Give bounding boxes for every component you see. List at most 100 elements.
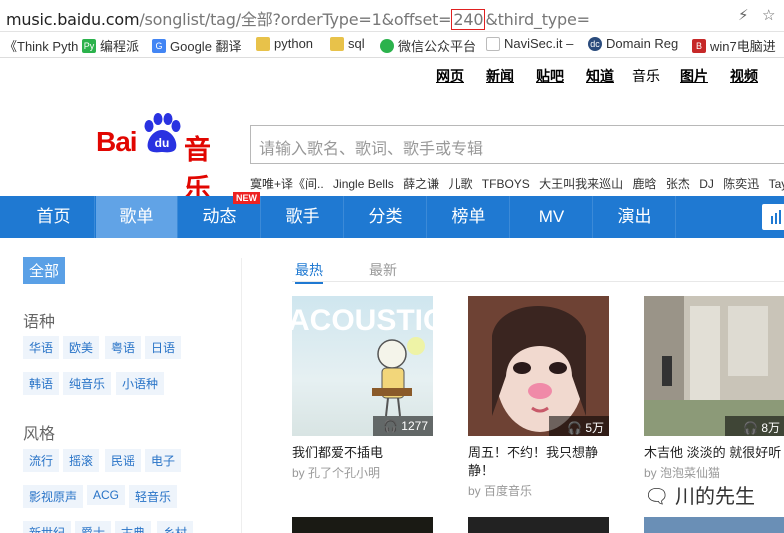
card-author[interactable]: by 百度音乐 <box>468 482 609 499</box>
link-music[interactable]: 音乐 <box>632 66 660 86</box>
url-offset-highlight: 240 <box>451 9 486 30</box>
link-news[interactable]: 新闻 <box>486 66 514 86</box>
wechat-icon <box>380 38 394 53</box>
nav-categories[interactable]: 分类 <box>345 196 427 238</box>
url-text[interactable]: music.baidu.com/songlist/tag/全部?orderTyp… <box>6 6 590 30</box>
hot-keyword[interactable]: 陈奕迅 <box>723 177 759 191</box>
hot-keyword[interactable]: 张杰 <box>666 177 690 191</box>
group-title-language: 语种 <box>23 314 56 331</box>
tag-item[interactable]: 乡村 <box>157 521 194 533</box>
bookmarks-bar: 《Think Pyth Py 编程派 G Google 翻译 python sql … <box>0 32 784 58</box>
cover-image[interactable]: 🎧 8万 <box>644 296 784 436</box>
tag-item[interactable]: 华语 <box>23 336 60 359</box>
tag-item[interactable]: 民谣 <box>105 449 142 472</box>
card-author[interactable]: by 孔了个孔小明 <box>292 464 433 481</box>
tag-item[interactable]: 新世纪 <box>23 521 72 533</box>
nav-charts[interactable]: 榜单 <box>428 196 510 238</box>
tag-item[interactable]: 流行 <box>23 449 60 472</box>
tag-item[interactable]: 粤语 <box>105 336 142 359</box>
nav-home[interactable]: 首页 <box>13 196 95 238</box>
new-badge: NEW <box>233 192 260 204</box>
url-host: music.baidu.com <box>6 10 140 29</box>
bookmark-item[interactable]: Py 编程派 <box>82 36 139 55</box>
headphones-icon: 🎧 <box>383 419 402 433</box>
bookmark-item[interactable]: Bwin7电脑进 <box>692 36 776 55</box>
card-title[interactable]: 我们都爱不插电 <box>292 444 433 462</box>
bookmark-item[interactable]: NaviSec.it – <box>486 36 573 51</box>
hot-keyword[interactable]: 薛之谦 <box>403 177 439 191</box>
url-path: /songlist/tag/全部?orderType=1&offset= <box>139 10 452 29</box>
headphones-icon: 🎧 <box>743 421 762 435</box>
tag-item[interactable]: 爵士 <box>75 521 112 533</box>
card-title[interactable]: 周五！不约！我只想静静！ <box>468 444 609 480</box>
tag-item[interactable]: 影视原声 <box>23 485 84 508</box>
chart-icon[interactable] <box>762 204 784 230</box>
link-zhidao[interactable]: 知道 <box>586 66 614 86</box>
link-video[interactable]: 视频 <box>730 66 758 86</box>
divider <box>241 258 242 533</box>
play-count: 🎧 5万 <box>549 416 609 436</box>
bookmark-item[interactable]: python <box>256 36 313 51</box>
link-images[interactable]: 图片 <box>680 66 708 86</box>
address-bar[interactable]: music.baidu.com/songlist/tag/全部?orderTyp… <box>0 0 784 32</box>
svg-text:du: du <box>155 136 170 150</box>
tag-item[interactable]: 韩语 <box>23 372 60 395</box>
tag-all[interactable]: 全部 <box>23 257 66 284</box>
hot-keyword[interactable]: 大王叫我来巡山 <box>539 177 623 191</box>
group-title-style: 风格 <box>23 426 56 443</box>
tag-item[interactable]: 纯音乐 <box>63 372 112 395</box>
play-count: 🎧 8万 <box>725 416 784 436</box>
nav-shows[interactable]: 演出 <box>594 196 676 238</box>
paw-icon: du <box>144 113 181 153</box>
tag-item[interactable]: 摇滚 <box>63 449 100 472</box>
cover-image[interactable] <box>292 517 433 533</box>
folder-icon <box>330 36 344 51</box>
cover-image[interactable] <box>644 517 784 533</box>
baidu-music-logo[interactable]: Bai du 音乐 <box>96 110 236 204</box>
page-icon <box>486 36 500 51</box>
tag-item[interactable]: ACG <box>87 485 126 505</box>
hot-keyword[interactable]: 儿歌 <box>448 177 472 191</box>
hot-keyword[interactable]: DJ <box>699 177 714 191</box>
star-icon[interactable]: ☆ <box>762 6 775 24</box>
bookmark-item[interactable]: 微信公众平台 <box>380 36 476 55</box>
songlist-card[interactable]: ACOUSTIC UNPLUGGED LIVE 🎧 1277 我们都爱不插电 b… <box>292 296 433 481</box>
nav-mv[interactable]: MV <box>511 196 593 238</box>
cover-image[interactable]: ACOUSTIC UNPLUGGED LIVE 🎧 1277 <box>292 296 433 436</box>
google-translate-icon: G <box>152 38 166 53</box>
bookmark-item[interactable]: G Google 翻译 <box>152 36 242 55</box>
hot-keyword[interactable]: TFBOYS <box>482 177 530 191</box>
b-icon: B <box>692 38 706 53</box>
card-author[interactable]: by 泡泡菜仙猫 <box>644 464 784 481</box>
bookmark-item[interactable]: dc Domain Reg <box>588 36 678 51</box>
tag-item[interactable]: 小语种 <box>116 372 165 395</box>
songlist-card[interactable]: 🎧 8万 木吉他 淡淡的 就很好听 by 泡泡菜仙猫 <box>644 296 784 481</box>
bookmark-item[interactable]: 《Think Pyth <box>4 36 78 55</box>
hot-keyword[interactable]: 寞唯+译《间.. <box>250 177 324 191</box>
tag-item[interactable]: 欧美 <box>63 336 100 359</box>
nav-songlist[interactable]: 歌单 <box>96 196 178 238</box>
lightning-icon[interactable]: ⚡ <box>738 6 749 24</box>
tag-item[interactable]: 轻音乐 <box>129 485 178 508</box>
svg-text:ACOUSTIC UNPLUGGED LIVE: ACOUSTIC UNPLUGGED LIVE <box>292 304 433 337</box>
hot-keyword[interactable]: Jingle Bells <box>333 177 394 191</box>
hot-keywords: 寞唯+译《间.. Jingle Bells 薛之谦 儿歌 TFBOYS 大王叫我… <box>250 175 784 192</box>
cover-image[interactable]: 🎧 5万 <box>468 296 609 436</box>
wechat-icon: 🗨 <box>644 486 675 508</box>
py-icon: Py <box>82 38 96 53</box>
tag-item[interactable]: 日语 <box>145 336 182 359</box>
card-title[interactable]: 木吉他 淡淡的 就很好听 <box>644 444 784 462</box>
search-input[interactable]: 请输入歌名、歌词、歌手或专辑 <box>250 125 784 164</box>
nav-feed[interactable]: 动态 NEW <box>179 192 261 238</box>
bookmark-item[interactable]: sql <box>330 36 365 51</box>
hot-keyword[interactable]: Taylor Sw <box>769 177 784 191</box>
cover-image[interactable] <box>468 517 609 533</box>
tag-item[interactable]: 古典 <box>115 521 152 533</box>
songlist-card[interactable]: 🎧 5万 周五！不约！我只想静静！ by 百度音乐 <box>468 296 609 499</box>
link-web[interactable]: 网页 <box>436 66 464 86</box>
link-tieba[interactable]: 贴吧 <box>536 66 564 86</box>
tag-item[interactable]: 电子 <box>145 449 182 472</box>
tab-newest[interactable]: 最新 <box>369 260 397 280</box>
nav-artists[interactable]: 歌手 <box>262 196 344 238</box>
hot-keyword[interactable]: 鹿晗 <box>633 177 657 191</box>
